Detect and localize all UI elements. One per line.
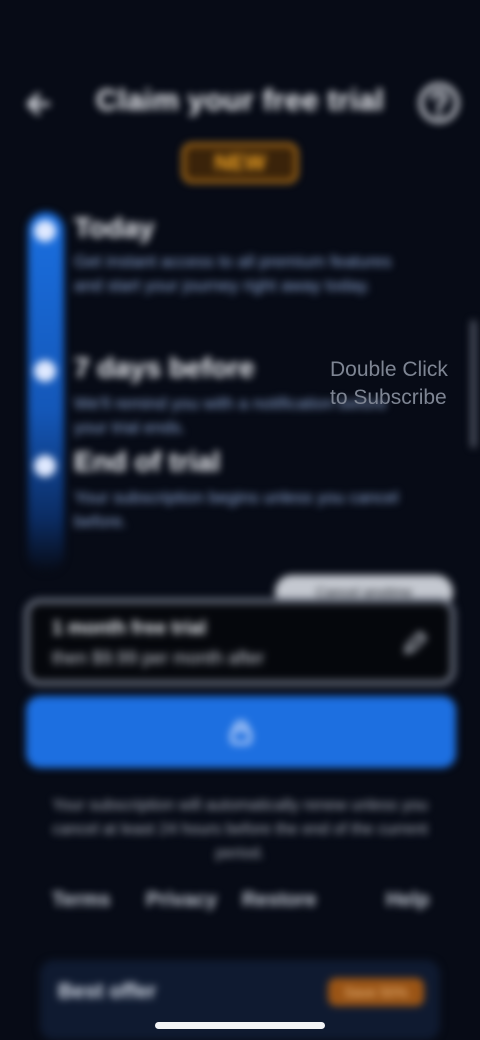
- terms-link[interactable]: Terms: [52, 889, 111, 912]
- timeline-dot-today: [34, 220, 56, 242]
- step-title-reminder: 7 days before: [74, 352, 255, 383]
- question-icon: [419, 83, 459, 123]
- new-badge: NEW: [182, 143, 298, 183]
- arrow-left-icon: [27, 93, 50, 115]
- promo-tag: Save 50%: [328, 978, 424, 1006]
- screen: Claim your free trial NEW Today Get inst…: [0, 0, 480, 1040]
- help-link[interactable]: Help: [386, 889, 429, 912]
- watermark-line-2: to Subscribe: [330, 386, 447, 409]
- plan-selector[interactable]: 1 month free trial then $9.99 per month …: [24, 598, 456, 686]
- watermark-line-1: Double Click: [330, 358, 448, 381]
- step-description-end: Your subscription begins unless you canc…: [74, 488, 399, 531]
- promo-label: Best offer: [58, 980, 157, 1003]
- header: Claim your free trial: [0, 70, 480, 136]
- step-title-end: End of trial: [74, 446, 221, 477]
- plan-price: then $9.99 per month after: [52, 648, 265, 668]
- step-description-today: Get instant access to all premium featur…: [74, 252, 392, 295]
- footer-links: Terms Privacy Restore Help: [0, 885, 480, 921]
- lock-icon: [230, 720, 252, 745]
- back-button[interactable]: [18, 82, 62, 126]
- subscribe-watermark: Double Click to Subscribe: [330, 356, 480, 412]
- timeline-dot-end: [34, 455, 56, 477]
- step-title-today: Today: [74, 212, 155, 243]
- restore-link[interactable]: Restore: [242, 889, 316, 912]
- timeline-dot-reminder: [34, 360, 56, 382]
- plan-title: 1 month free trial: [52, 618, 207, 639]
- page-title: Claim your free trial: [95, 84, 385, 117]
- privacy-link[interactable]: Privacy: [146, 889, 217, 912]
- timeline-bar: [28, 212, 64, 572]
- legal-text: Your subscription will automatically ren…: [52, 797, 428, 862]
- help-button[interactable]: [416, 80, 462, 126]
- home-indicator[interactable]: [155, 1022, 325, 1029]
- pencil-icon[interactable]: [398, 626, 432, 660]
- start-trial-button[interactable]: [26, 696, 456, 768]
